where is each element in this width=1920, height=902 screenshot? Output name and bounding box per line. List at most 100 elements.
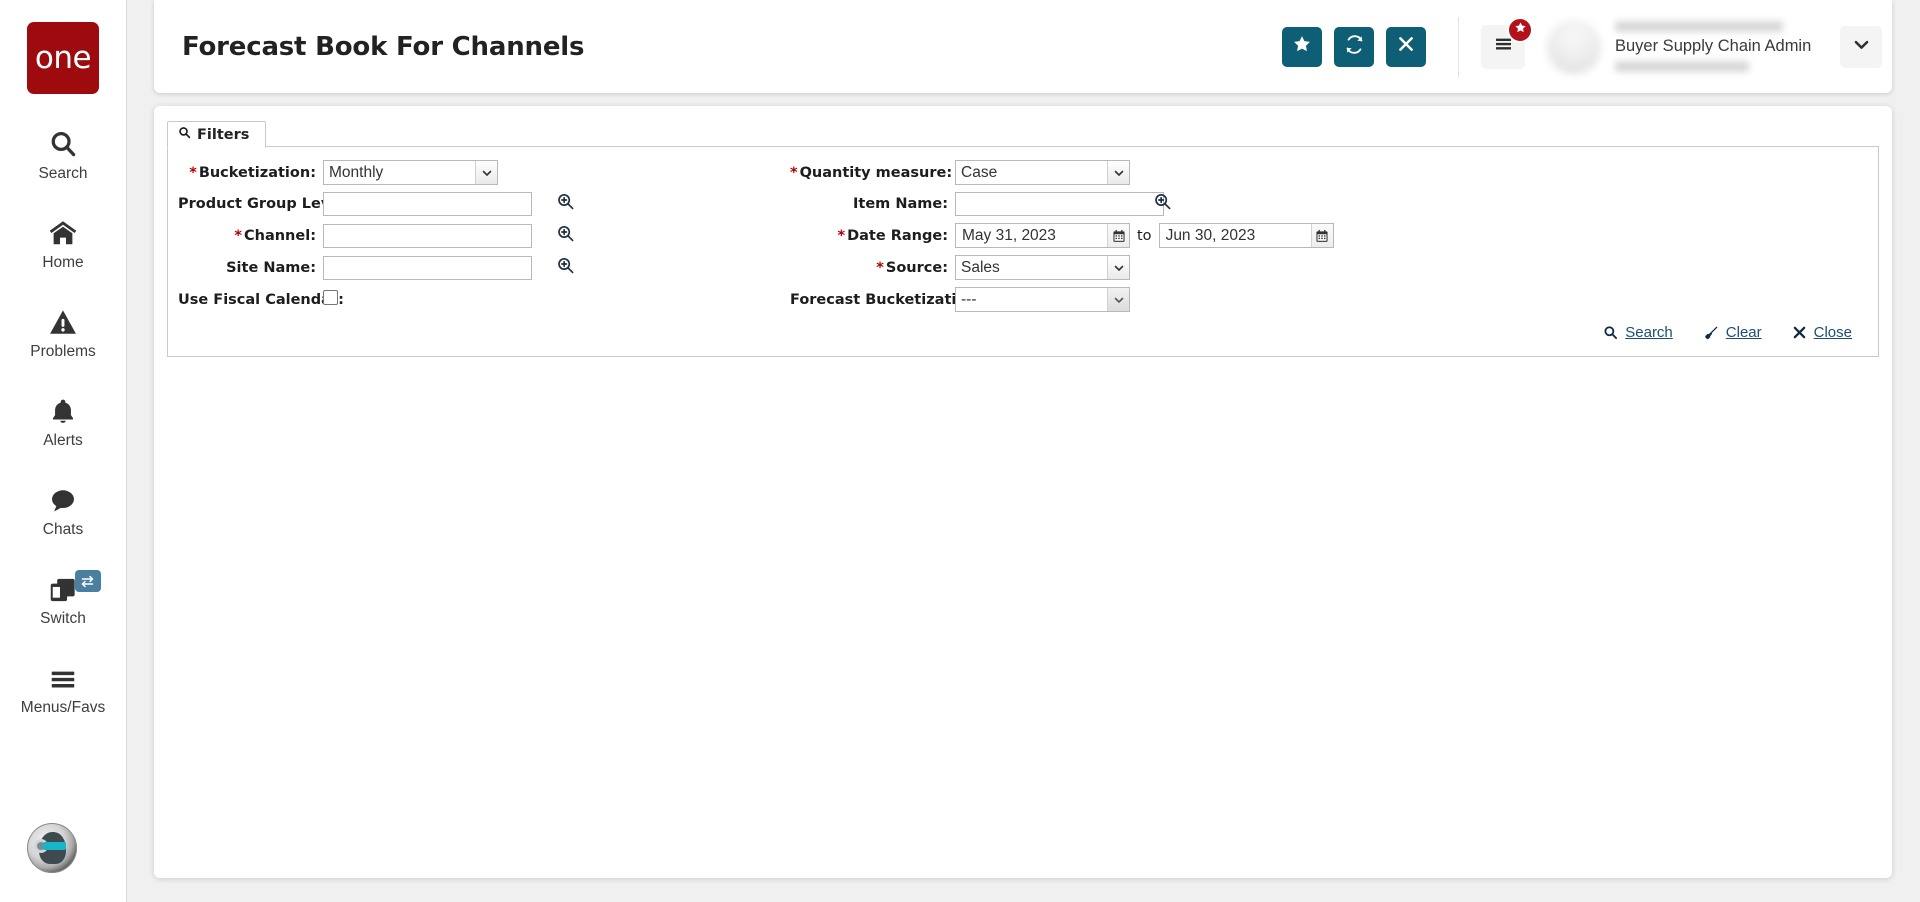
search-icon (178, 126, 191, 143)
date-range-to[interactable]: Jun 30, 2023 (1158, 223, 1334, 248)
sidebar-item-menus-favs[interactable]: Menus/Favs (0, 659, 127, 717)
chevron-down-icon[interactable] (1107, 288, 1129, 311)
sidebar-item-search[interactable]: Search (0, 125, 127, 183)
left-sidebar: one Search Home Problems Alerts Chats Sw… (0, 0, 127, 902)
label-date-range: * Date Range: (837, 227, 948, 244)
favorites-badge (1507, 16, 1533, 43)
sidebar-item-label: Search (38, 165, 88, 182)
swap-arrows-icon[interactable] (74, 570, 101, 592)
bucketization-select[interactable]: Monthly (323, 160, 498, 185)
user-name-masked (1615, 21, 1783, 32)
x-icon (1792, 325, 1807, 340)
refresh-button[interactable] (1334, 26, 1374, 67)
sidebar-item-label: Menus/Favs (20, 699, 106, 716)
favorite-button[interactable] (1282, 26, 1322, 67)
field-channel (323, 223, 548, 248)
filters-tabstrip: Filters (167, 120, 1879, 148)
app-root: one Search Home Problems Alerts Chats Sw… (0, 0, 1920, 902)
label-text: Date Range (847, 227, 943, 244)
sidebar-item-switch[interactable]: Switch (0, 570, 127, 628)
sidebar-item-label: Alerts (43, 432, 83, 449)
required-asterisk: * (837, 227, 846, 244)
menu-favorites-button[interactable] (1481, 16, 1533, 69)
page-header: Forecast Book For Channels Buyer Supply … (154, 0, 1892, 93)
header-action-buttons (1282, 26, 1426, 67)
field-use-fiscal-calendar (323, 289, 548, 310)
x-icon (1397, 35, 1415, 58)
sidebar-item-label: Switch (40, 610, 86, 627)
user-info: Buyer Supply Chain Admin (1615, 18, 1820, 75)
search-icon (48, 125, 78, 159)
chevron-down-icon[interactable] (475, 161, 497, 184)
date-range-from-value: May 31, 2023 (962, 226, 1056, 244)
zoom-in-icon[interactable] (1153, 192, 1172, 211)
field-date-range: May 31, 2023 to Jun 30, 2023 (955, 223, 1868, 248)
user-menu-toggle[interactable] (1840, 25, 1882, 68)
label-use-fiscal-calendar: Use Fiscal Calendar: (178, 291, 344, 308)
use-fiscal-calendar-checkbox[interactable] (323, 289, 338, 305)
content-card: Filters * Bucketization: Monthly * Quant… (154, 106, 1892, 878)
date-range-to-value: Jun 30, 2023 (1165, 226, 1256, 244)
date-range-to-word: to (1137, 227, 1152, 244)
tab-filters-label: Filters (197, 126, 250, 143)
zoom-in-icon[interactable] (556, 224, 575, 243)
label-site-name: Site Name: (226, 259, 316, 276)
label-text: Bucketization (198, 164, 311, 181)
page-title: Forecast Book For Channels (182, 31, 585, 62)
lookup-product-group-level (548, 192, 590, 216)
sidebar-item-chats[interactable]: Chats (0, 481, 127, 539)
field-product-group-level (323, 192, 548, 216)
item-name-input[interactable] (955, 192, 1164, 216)
label-text: Use Fiscal Calendar (178, 291, 339, 308)
label-quantity-measure: * Quantity measure: (790, 164, 953, 181)
clear-link[interactable]: Clear (1703, 324, 1762, 341)
sidebar-item-label: Home (42, 254, 84, 271)
filters-actions: Search Clear Close (178, 312, 1868, 345)
calendar-icon[interactable] (1310, 224, 1333, 247)
date-range-from[interactable]: May 31, 2023 (955, 223, 1130, 248)
chevron-down-icon (1852, 35, 1871, 59)
tabstrip-filler (266, 120, 1879, 147)
label-text: Channel (243, 227, 311, 244)
source-select[interactable]: Sales (955, 255, 1130, 280)
forecast-bucketization-value: --- (961, 290, 977, 308)
brand-logo[interactable]: one (27, 22, 99, 94)
calendar-icon[interactable] (1107, 224, 1129, 247)
field-quantity-measure: Case (955, 160, 1145, 185)
label-item-name: Item Name: (853, 196, 948, 212)
user-role: Buyer Supply Chain Admin (1615, 37, 1812, 55)
label-text: Item Name (853, 196, 943, 212)
user-org-masked (1615, 61, 1749, 72)
required-asterisk: * (189, 164, 197, 181)
user-profile[interactable]: Buyer Supply Chain Admin (1547, 18, 1820, 75)
star-icon (1292, 34, 1312, 59)
refresh-icon (1344, 34, 1365, 60)
sidebar-item-problems[interactable]: Problems (0, 303, 127, 361)
product-group-level-input[interactable] (323, 192, 532, 216)
tab-filters[interactable]: Filters (167, 121, 267, 148)
search-icon (1603, 325, 1618, 340)
forecast-bucketization-select[interactable]: --- (955, 287, 1130, 312)
sidebar-item-label: Chats (42, 521, 84, 538)
close-button[interactable] (1386, 26, 1426, 67)
site-name-input[interactable] (323, 255, 532, 280)
quantity-measure-value: Case (961, 163, 998, 181)
label-source: * Source: (876, 259, 948, 276)
sidebar-item-alerts[interactable]: Alerts (0, 392, 127, 450)
search-link[interactable]: Search (1603, 324, 1673, 341)
brand-logo-text: one (34, 39, 92, 76)
zoom-in-icon[interactable] (556, 192, 575, 211)
channel-input[interactable] (323, 223, 532, 248)
chevron-down-icon[interactable] (1107, 161, 1129, 184)
filters-panel: * Bucketization: Monthly * Quantity meas… (167, 147, 1879, 357)
sidebar-item-home[interactable]: Home (0, 214, 127, 272)
zoom-in-icon[interactable] (556, 256, 575, 275)
quantity-measure-select[interactable]: Case (955, 160, 1130, 185)
required-asterisk: * (234, 227, 242, 244)
clear-link-label: Clear (1725, 324, 1762, 341)
close-link[interactable]: Close (1792, 324, 1852, 341)
ai-assistant-avatar[interactable] (27, 823, 77, 873)
header-divider (1458, 16, 1459, 77)
robot-visor-shape (43, 842, 66, 850)
chevron-down-icon[interactable] (1107, 256, 1129, 279)
